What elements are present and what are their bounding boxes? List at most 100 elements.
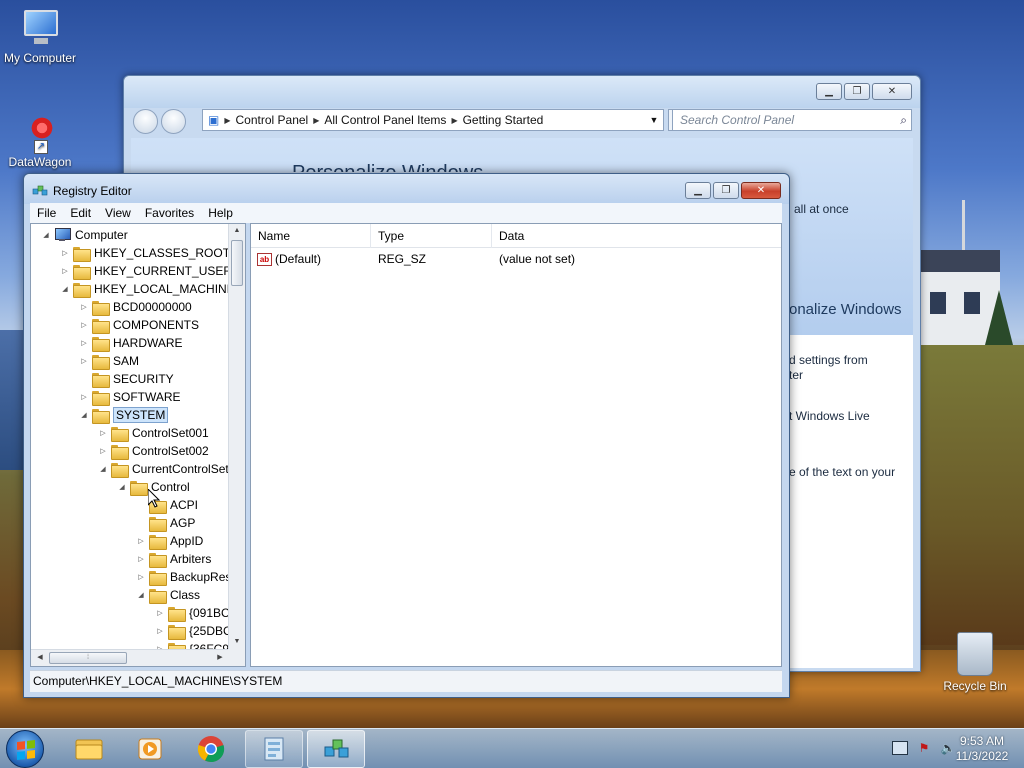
column-header-row: Name Type Data	[251, 224, 781, 248]
tree-node[interactable]: ▷ HARDWARE	[79, 334, 183, 352]
tree-node[interactable]: ▷ {25DBCxxx	[155, 622, 229, 640]
tree-node[interactable]: ◢ HKEY_LOCAL_MACHINE	[60, 280, 229, 298]
expand-arrow-icon[interactable]: ▷	[60, 249, 70, 257]
expand-arrow-icon[interactable]: ▷	[60, 267, 70, 275]
column-header-data[interactable]: Data	[492, 224, 692, 248]
registry-values-pane[interactable]: Name Type Data ab (Default) REG_SZ (value…	[250, 223, 782, 667]
breadcrumb-control-panel[interactable]: Control Panel	[231, 113, 314, 127]
start-button[interactable]	[6, 730, 44, 768]
tree-node[interactable]: ACPI	[136, 496, 198, 514]
folder-icon	[130, 480, 148, 496]
tree-node[interactable]: ◢ Computer	[41, 226, 128, 244]
maximize-button[interactable]: ❐	[713, 182, 739, 199]
tree-node[interactable]: ▷ ControlSet002	[98, 442, 209, 460]
taskbar-file-explorer[interactable]	[60, 730, 118, 768]
collapse-arrow-icon[interactable]: ◢	[117, 483, 127, 491]
personalize-windows-link[interactable]: onalize Windows	[789, 301, 902, 318]
forward-button[interactable]	[161, 109, 186, 134]
menu-help[interactable]: Help	[201, 206, 240, 220]
scroll-up-icon[interactable]: ▲	[229, 224, 245, 238]
action-center-flag-icon[interactable]: ⚑	[916, 741, 932, 755]
scroll-down-icon[interactable]: ▼	[229, 635, 245, 649]
tree-node[interactable]: ▷ BackupRestore	[136, 568, 229, 586]
search-input[interactable]: Search Control Panel ⌕	[672, 109, 912, 131]
column-header-type[interactable]: Type	[371, 224, 492, 248]
tree-horizontal-scrollbar[interactable]: ◀ ⦙ ▶	[31, 649, 229, 666]
collapse-arrow-icon[interactable]: ◢	[136, 591, 146, 599]
tree-node[interactable]: ◢ Class	[136, 586, 200, 604]
scroll-left-icon[interactable]: ◀	[33, 650, 47, 666]
clock-date: 11/3/2022	[955, 749, 1009, 763]
close-button[interactable]: ✕	[872, 83, 912, 100]
menu-favorites[interactable]: Favorites	[138, 206, 201, 220]
value-row[interactable]: ab (Default) REG_SZ (value not set)	[251, 250, 781, 268]
expand-arrow-icon[interactable]: ▷	[155, 609, 165, 617]
tree-vertical-scrollbar[interactable]: ▲ ▼	[228, 224, 245, 649]
tree-node[interactable]: SECURITY	[79, 370, 174, 388]
minimize-button[interactable]: ▁	[685, 182, 711, 199]
address-bar[interactable]: ▣ ▶ Control Panel ▶ All Control Panel It…	[202, 109, 664, 131]
tree-node[interactable]: AGP	[136, 514, 195, 532]
registry-editor-titlebar[interactable]: Registry Editor ▁ ❐ ✕	[24, 174, 789, 204]
tree-node[interactable]: ▷ HKEY_CLASSES_ROOT	[60, 244, 229, 262]
expand-arrow-icon[interactable]: ▷	[136, 573, 146, 581]
minimize-button[interactable]: ▁	[816, 83, 842, 100]
tree-node[interactable]: ▷ ControlSet001	[98, 424, 209, 442]
taskbar-chrome[interactable]	[182, 730, 240, 768]
desktop-icon-my-computer[interactable]: My Computer	[0, 8, 80, 65]
tree-node[interactable]: ▷ SOFTWARE	[79, 388, 181, 406]
tree-node[interactable]: ▷ HKEY_CURRENT_USER	[60, 262, 229, 280]
registry-tree-pane[interactable]: ◢ Computer ▷ HKEY_CLASSES_ROOT ▷ HKEY_CURRENT…	[30, 223, 246, 667]
expand-arrow-icon[interactable]: ▷	[155, 627, 165, 635]
page-title: Personalize Windows	[292, 160, 483, 172]
tree-node[interactable]: ▷ COMPONENTS	[79, 316, 199, 334]
scroll-thumb[interactable]: ⦙	[49, 652, 127, 664]
partial-text: ter	[789, 368, 804, 382]
column-header-name[interactable]: Name	[251, 224, 371, 248]
expand-arrow-icon[interactable]: ▷	[98, 429, 108, 437]
tree-node[interactable]: ◢ CurrentControlSet	[98, 460, 229, 478]
scroll-right-icon[interactable]: ▶	[213, 650, 227, 666]
expand-arrow-icon[interactable]: ▷	[79, 321, 89, 329]
folder-icon	[73, 282, 91, 298]
search-icon[interactable]: ⌕	[900, 110, 907, 130]
back-button[interactable]	[133, 109, 158, 134]
tree-node[interactable]: ▷ SAM	[79, 352, 139, 370]
desktop-icon-datawagon[interactable]: ↗ DataWagon	[0, 110, 80, 169]
menu-view[interactable]: View	[98, 206, 138, 220]
scroll-thumb[interactable]	[231, 240, 243, 286]
chevron-down-icon[interactable]: ▼	[645, 115, 663, 125]
tree-node-label: Class	[170, 588, 201, 602]
expand-arrow-icon[interactable]: ▷	[79, 393, 89, 401]
collapse-arrow-icon[interactable]: ◢	[79, 411, 89, 419]
expand-arrow-icon[interactable]: ▷	[136, 537, 146, 545]
taskbar-registry-editor[interactable]	[307, 730, 365, 768]
expand-arrow-icon[interactable]: ▷	[98, 447, 108, 455]
expand-arrow-icon[interactable]: ▷	[79, 357, 89, 365]
expand-arrow-icon[interactable]: ▷	[79, 303, 89, 311]
network-icon[interactable]	[892, 741, 908, 755]
menu-file[interactable]: File	[30, 206, 63, 220]
tree-node[interactable]: ◢ SYSTEM	[79, 406, 169, 424]
close-button[interactable]: ✕	[741, 182, 781, 199]
expand-arrow-icon[interactable]: ▷	[79, 339, 89, 347]
control-panel-titlebar[interactable]: ▁ ❐ ✕	[124, 76, 920, 108]
taskbar-media-player[interactable]	[121, 730, 179, 768]
tree-node[interactable]: ▷ BCD00000000	[79, 298, 192, 316]
taskbar-clock[interactable]: 9:53 AM 11/3/2022	[954, 734, 1010, 764]
breadcrumb-all-items[interactable]: All Control Panel Items	[319, 113, 451, 127]
collapse-arrow-icon[interactable]: ◢	[41, 231, 51, 239]
maximize-button[interactable]: ❐	[844, 83, 870, 100]
collapse-arrow-icon[interactable]: ◢	[98, 465, 108, 473]
registry-editor-window[interactable]: Registry Editor ▁ ❐ ✕ File Edit View Fav…	[23, 173, 790, 698]
tree-node[interactable]: ▷{36FC9xxx	[155, 640, 229, 649]
expand-arrow-icon[interactable]: ▷	[136, 555, 146, 563]
tree-node[interactable]: ▷ Arbiters	[136, 550, 211, 568]
taskbar-control-panel[interactable]	[245, 730, 303, 768]
tree-node[interactable]: ▷ AppID	[136, 532, 203, 550]
tree-node[interactable]: ▷ {091BCxxx	[155, 604, 229, 622]
menu-edit[interactable]: Edit	[63, 206, 98, 220]
desktop-icon-recycle-bin[interactable]: Recycle Bin	[935, 632, 1015, 693]
collapse-arrow-icon[interactable]: ◢	[60, 285, 70, 293]
breadcrumb-getting-started[interactable]: Getting Started	[458, 113, 549, 127]
